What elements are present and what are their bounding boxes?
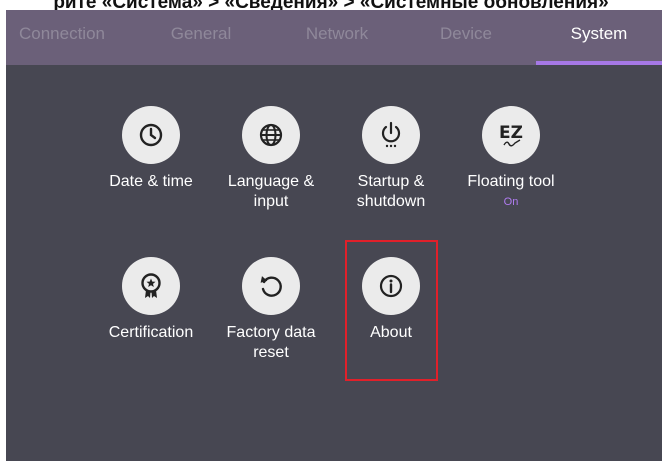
- tab-device[interactable]: Device: [416, 10, 516, 65]
- globe-icon: [242, 106, 300, 164]
- floating-tool-tile[interactable]: EZ Floating tool On: [451, 106, 571, 208]
- startup-shutdown-tile[interactable]: Startup & shutdown: [331, 106, 451, 212]
- language-input-tile[interactable]: Language & input: [211, 106, 331, 212]
- date-time-tile[interactable]: Date & time: [91, 106, 211, 192]
- about-highlight-box: [345, 240, 438, 381]
- reset-icon: [242, 257, 300, 315]
- settings-panel: Connection General Network Device System…: [6, 10, 662, 461]
- certification-badge-icon: [122, 257, 180, 315]
- floating-tool-status: On: [503, 196, 519, 208]
- tab-network[interactable]: Network: [282, 10, 392, 65]
- tab-connection[interactable]: Connection: [6, 10, 118, 65]
- ez-pen-icon: EZ: [482, 106, 540, 164]
- clock-icon: [122, 106, 180, 164]
- settings-tab-bar: Connection General Network Device System: [6, 10, 662, 65]
- tab-general[interactable]: General: [146, 10, 256, 65]
- certification-tile[interactable]: Certification: [91, 257, 211, 343]
- active-tab-indicator: [536, 61, 662, 65]
- factory-reset-tile[interactable]: Factory data reset: [211, 257, 331, 363]
- tab-system[interactable]: System: [536, 10, 662, 65]
- power-icon: [362, 106, 420, 164]
